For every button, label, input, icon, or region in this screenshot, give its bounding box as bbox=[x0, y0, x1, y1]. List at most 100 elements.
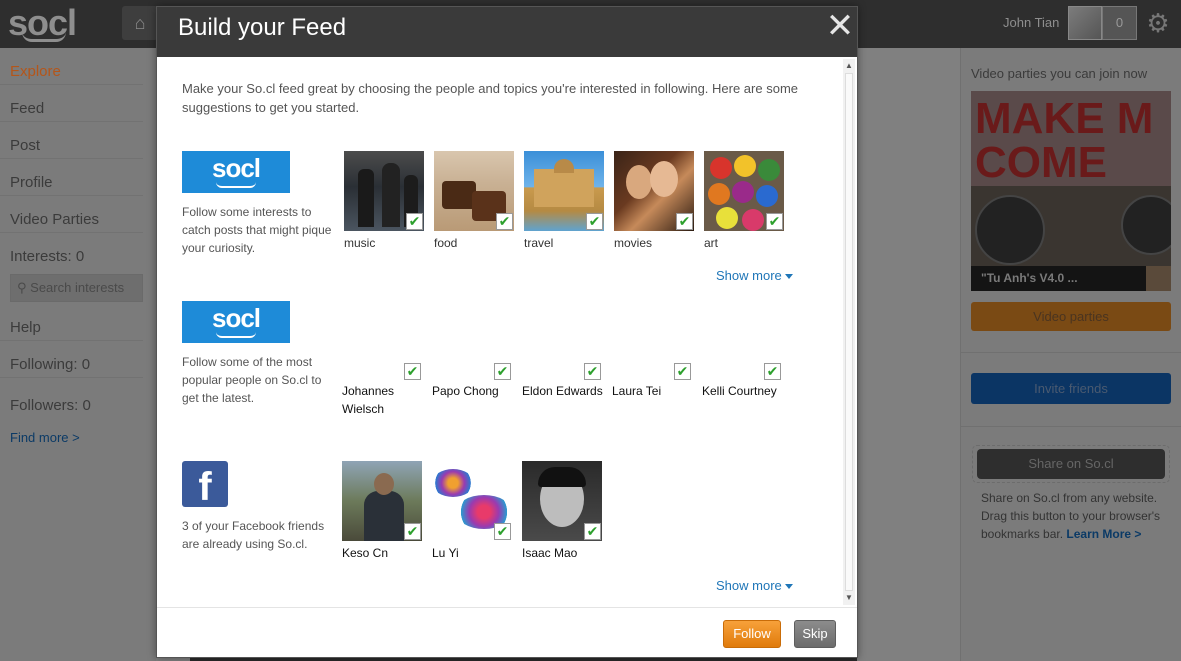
invite-friends-button[interactable]: Invite friends bbox=[971, 373, 1171, 404]
scroll-down-icon[interactable]: ▼ bbox=[843, 591, 855, 605]
nav-item-followers[interactable]: Followers: 0 bbox=[0, 382, 143, 419]
video-parties-button[interactable]: Video parties bbox=[971, 302, 1171, 331]
dialog-body: Make your So.cl feed great by choosing t… bbox=[157, 57, 842, 607]
facebook-description: 3 of your Facebook friends are already u… bbox=[182, 519, 325, 551]
interests-section: socl Follow some interests to catch post… bbox=[182, 151, 822, 291]
person-name: Johannes Wielsch bbox=[342, 384, 395, 416]
checkbox-checked-icon[interactable]: ✔ bbox=[674, 363, 691, 380]
socl-logo: socl bbox=[182, 301, 290, 343]
notification-count[interactable]: 0 bbox=[1102, 6, 1137, 40]
socl-logo-text: socl bbox=[211, 153, 261, 183]
person-tile[interactable]: ✔ Johannes Wielsch bbox=[342, 363, 422, 433]
gear-icon[interactable]: ⚙ bbox=[1144, 8, 1172, 38]
find-more-link[interactable]: Find more > bbox=[10, 430, 80, 445]
dialog-title: Build your Feed bbox=[178, 14, 347, 41]
checkbox-checked-icon[interactable]: ✔ bbox=[494, 523, 511, 540]
nav-item-help[interactable]: Help bbox=[0, 304, 143, 341]
person-tile[interactable]: ✔ Papo Chong bbox=[432, 363, 512, 433]
socl-logo[interactable]: socl bbox=[8, 2, 78, 43]
socl-logo-text: socl bbox=[211, 303, 261, 333]
checkbox-checked-icon[interactable]: ✔ bbox=[764, 363, 781, 380]
logo-smile bbox=[22, 32, 66, 42]
checkbox-checked-icon[interactable]: ✔ bbox=[586, 213, 603, 230]
checkbox-checked-icon[interactable]: ✔ bbox=[584, 523, 601, 540]
checkbox-checked-icon[interactable]: ✔ bbox=[766, 213, 783, 230]
search-interests-input[interactable]: ⚲ Search interests bbox=[10, 274, 143, 302]
person-name: Eldon Edwards bbox=[522, 384, 603, 398]
interest-label: movies bbox=[614, 236, 653, 250]
show-more-label: Show more bbox=[716, 578, 782, 593]
person-tile[interactable]: ✔ Laura Tei bbox=[612, 363, 692, 433]
person-tile[interactable]: ✔ Eldon Edwards bbox=[522, 363, 603, 433]
video-caption: "Tu Anh's V4.0 ... bbox=[971, 266, 1171, 291]
caret-down-icon bbox=[784, 274, 793, 280]
close-icon[interactable]: ✕ bbox=[825, 9, 855, 43]
share-description: Share on So.cl from any website. Drag th… bbox=[981, 489, 1181, 543]
right-column: Video parties you can join now MAKE M CO… bbox=[960, 48, 1181, 661]
divider bbox=[961, 426, 1181, 427]
friend-name: Isaac Mao bbox=[522, 546, 578, 560]
interest-label: travel bbox=[524, 236, 554, 250]
user-name[interactable]: John Tian bbox=[1003, 15, 1059, 30]
nav-item-profile[interactable]: Profile bbox=[0, 159, 143, 196]
checkbox-checked-icon[interactable]: ✔ bbox=[404, 363, 421, 380]
nav-item-post[interactable]: Post bbox=[0, 122, 143, 159]
facebook-friends-section: f 3 of your Facebook friends are already… bbox=[182, 461, 822, 607]
share-bookmarklet-wrap: Share on So.cl bbox=[972, 445, 1170, 483]
socl-logo-smile bbox=[216, 332, 256, 338]
person-name: Papo Chong bbox=[432, 384, 499, 398]
friend-name: Lu Yi bbox=[432, 546, 459, 560]
show-more-friends-link[interactable]: Show more bbox=[716, 578, 793, 593]
left-nav: Explore Feed Post Profile Video Parties … bbox=[0, 48, 156, 661]
checkbox-checked-icon[interactable]: ✔ bbox=[404, 523, 421, 540]
video-thumb-text: MAKE M COME ALI bbox=[971, 91, 1171, 229]
scroll-thumb[interactable] bbox=[845, 73, 853, 591]
nav-item-following[interactable]: Following: 0 bbox=[0, 341, 143, 378]
socl-logo: socl bbox=[182, 151, 290, 193]
nav-item-explore[interactable]: Explore bbox=[0, 48, 143, 85]
avatar[interactable] bbox=[1068, 6, 1102, 40]
turntable-disc-icon bbox=[975, 195, 1045, 265]
person-name: Kelli Courtney bbox=[702, 384, 777, 398]
facebook-logo: f bbox=[182, 461, 228, 509]
search-icon: ⚲ bbox=[17, 280, 27, 295]
interest-label: music bbox=[344, 236, 376, 250]
nav-item-feed[interactable]: Feed bbox=[0, 85, 143, 122]
host-avatar bbox=[1146, 266, 1171, 291]
person-name: Laura Tei bbox=[612, 384, 662, 398]
dialog-scrollbar[interactable]: ▲ ▼ bbox=[843, 59, 855, 605]
facebook-logo-letter: f bbox=[198, 465, 212, 509]
share-on-socl-button[interactable]: Share on So.cl bbox=[977, 449, 1165, 479]
nav-item-video-parties[interactable]: Video Parties bbox=[0, 196, 143, 233]
caret-down-icon bbox=[784, 584, 793, 590]
interests-description: Follow some interests to catch posts tha… bbox=[182, 205, 332, 255]
person-tile[interactable]: ✔ Kelli Courtney bbox=[702, 363, 782, 433]
interest-label: food bbox=[434, 236, 458, 250]
video-parties-title: Video parties you can join now bbox=[971, 66, 1148, 81]
dialog-header: Build your Feed ✕ bbox=[157, 7, 857, 57]
video-party-thumbnail[interactable]: MAKE M COME ALI "Tu Anh's V4.0 ... bbox=[971, 91, 1171, 291]
search-placeholder: Search interests bbox=[30, 280, 125, 295]
show-more-interests-link[interactable]: Show more bbox=[716, 268, 793, 283]
friend-name: Keso Cn bbox=[342, 546, 389, 560]
nav-item-interests[interactable]: Interests: 0 bbox=[0, 233, 143, 270]
checkbox-checked-icon[interactable]: ✔ bbox=[494, 363, 511, 380]
checkbox-checked-icon[interactable]: ✔ bbox=[676, 213, 693, 230]
build-feed-dialog: Build your Feed ✕ Make your So.cl feed g… bbox=[156, 6, 858, 658]
home-icon[interactable]: ⌂ bbox=[122, 6, 158, 40]
people-section: socl Follow some of the most popular peo… bbox=[182, 301, 822, 431]
dialog-footer: Follow Skip bbox=[157, 607, 857, 657]
intro-text: Make your So.cl feed great by choosing t… bbox=[182, 81, 799, 115]
learn-more-link[interactable]: Learn More > bbox=[1066, 527, 1141, 541]
checkbox-checked-icon[interactable]: ✔ bbox=[496, 213, 513, 230]
socl-logo-smile bbox=[216, 182, 256, 188]
interest-label: art bbox=[704, 236, 719, 250]
checkbox-checked-icon[interactable]: ✔ bbox=[406, 213, 423, 230]
checkbox-checked-icon[interactable]: ✔ bbox=[584, 363, 601, 380]
people-description: Follow some of the most popular people o… bbox=[182, 355, 322, 405]
divider bbox=[961, 352, 1181, 353]
follow-button[interactable]: Follow bbox=[723, 620, 781, 648]
skip-button[interactable]: Skip bbox=[794, 620, 836, 648]
scroll-up-icon[interactable]: ▲ bbox=[843, 59, 855, 73]
show-more-label: Show more bbox=[716, 268, 782, 283]
